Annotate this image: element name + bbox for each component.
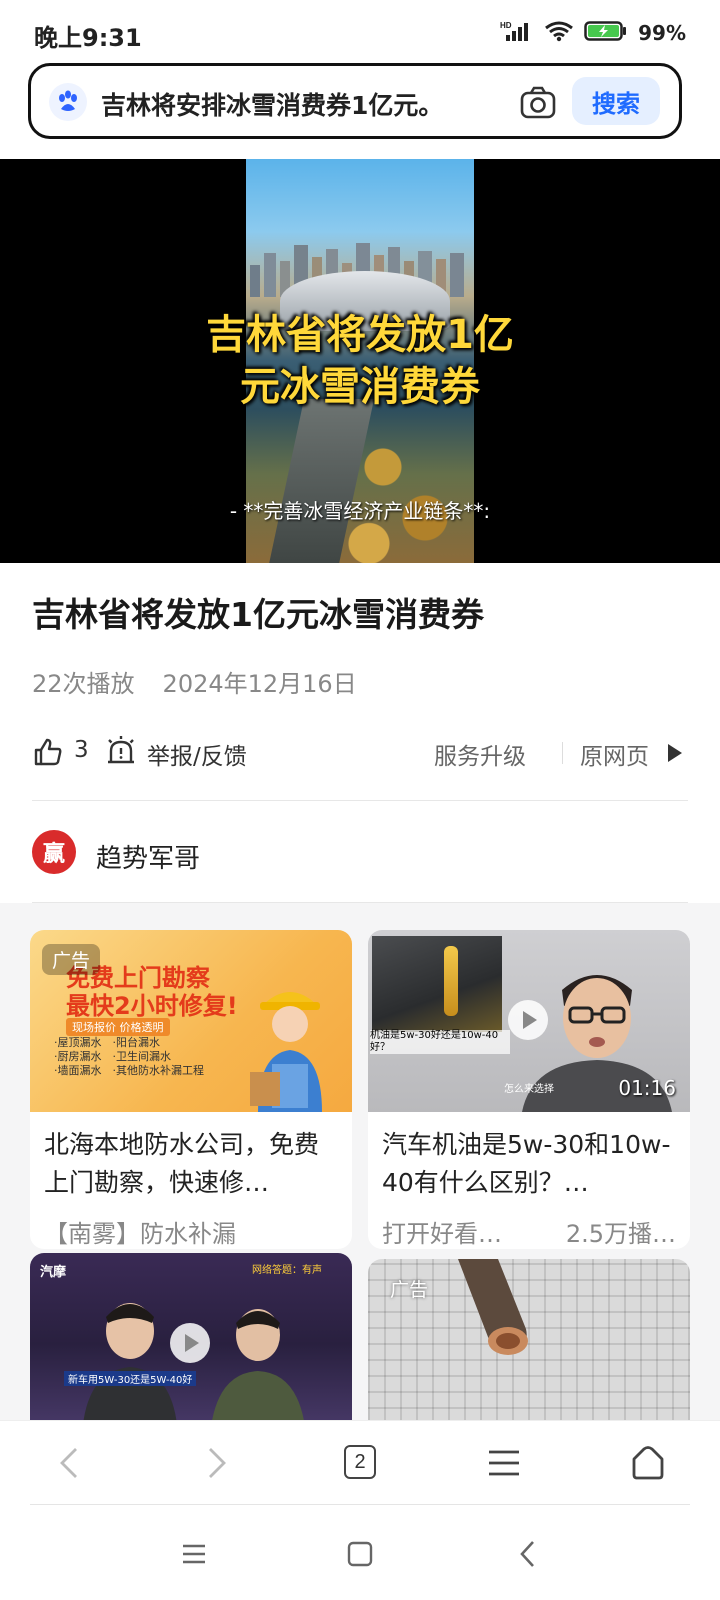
ad-label: 广告	[390, 1279, 429, 1301]
card-title[interactable]: 汽车机油是5w-30和10w-40有什么区别？…	[368, 1112, 690, 1208]
service-upgrade-link[interactable]: 服务升级	[434, 737, 526, 771]
card-source: 【南雾】防水补漏	[44, 1220, 236, 1248]
status-icons: HD 99%	[500, 20, 686, 46]
thumb-caption: 新车用5W-30还是5W-40好	[64, 1371, 197, 1386]
system-nav-bar	[0, 1504, 720, 1600]
back-icon[interactable]	[48, 1441, 92, 1485]
divider	[30, 1504, 690, 1505]
article-meta: 22次播放 2024年12月16日	[32, 664, 357, 699]
menu-icon[interactable]	[482, 1441, 526, 1485]
status-time: 晚上9:31	[34, 24, 142, 52]
tabs-button[interactable]: 2	[344, 1445, 376, 1479]
home-icon[interactable]	[626, 1441, 670, 1485]
battery-charging-icon	[584, 20, 628, 46]
ad-label: 广告	[42, 944, 101, 975]
thumb-caption: 机油是5w-30好还是10w-40好？	[370, 1030, 510, 1054]
system-home-icon[interactable]	[338, 1532, 382, 1576]
action-bar: 3 举报/反馈 服务升级 原网页	[32, 732, 688, 772]
article-title: 吉林省将发放1亿元冰雪消费券	[32, 595, 484, 634]
autumn-trees	[341, 399, 474, 563]
author-avatar[interactable]: 赢	[32, 830, 76, 874]
hd-label: HD	[500, 21, 512, 30]
play-count: 22次播放	[32, 670, 135, 698]
card-thumbnail[interactable]: 免费上门勘察 最快2小时修复! 现场报价 价格透明 ·屋顶漏水 ·阳台漏水 ·厨…	[30, 930, 352, 1112]
play-arrow-icon[interactable]	[668, 744, 682, 762]
card-thumbnail[interactable]: 机油是5w-30好还是10w-40好？ 怎么来选择 01:16	[368, 930, 690, 1112]
feed-card-ad-waterproof[interactable]: 免费上门勘察 最快2小时修复! 现场报价 价格透明 ·屋顶漏水 ·阳台漏水 ·厨…	[30, 930, 352, 1249]
original-page-link[interactable]: 原网页	[580, 737, 649, 771]
thumb-service-list: ·屋顶漏水 ·阳台漏水 ·厨房漏水 ·卫生间漏水 ·墙面漏水 ·其他防水补漏工程	[54, 1036, 204, 1077]
video-overlay-title: 吉林省将发放1亿 元冰雪消费券	[206, 312, 514, 410]
worker-illustration	[250, 992, 322, 1112]
video-player[interactable]: 吉林省将发放1亿 元冰雪消费券 - **完善冰雪经济产业链条**:	[0, 159, 720, 563]
feed-card-video-cars[interactable]: 汽摩 网络答题：有声 新车用5W-30还是5W-40好	[30, 1253, 352, 1420]
baidu-paw-icon	[49, 83, 87, 121]
battery-percent: 99%	[638, 21, 686, 45]
card-title[interactable]: 北海本地防水公司，免费上门勘察，快速修…	[30, 1112, 352, 1208]
report-feedback-link[interactable]: 举报/反馈	[147, 737, 247, 771]
thumb-subtitle: 怎么来选择	[504, 1084, 554, 1095]
signal-icon: HD	[500, 20, 534, 46]
recommendation-feed: 免费上门勘察 最快2小时修复! 现场报价 价格透明 ·屋顶漏水 ·阳台漏水 ·厨…	[0, 903, 720, 1420]
thumb-badge: 现场报价 价格透明	[66, 1018, 170, 1036]
feed-card-video-oil[interactable]: 机油是5w-30好还是10w-40好？ 怎么来选择 01:16 汽车机油是5w-…	[368, 930, 690, 1249]
card-meta: 打开好看… 2.5万播…	[368, 1208, 690, 1249]
status-bar: 晚上9:31 HD 99%	[0, 0, 720, 64]
play-button-icon[interactable]	[170, 1323, 210, 1363]
thumb-headline: 最快2小时修复!	[66, 992, 238, 1020]
oil-pour	[444, 946, 458, 1016]
video-duration: 01:16	[618, 1076, 676, 1100]
search-bar[interactable]: 吉林将安排冰雪消费券1亿元。 搜索	[28, 63, 682, 139]
camera-search-icon[interactable]	[518, 83, 558, 123]
author-name[interactable]: 趋势军哥	[96, 838, 200, 875]
recent-apps-icon[interactable]	[172, 1532, 216, 1576]
play-button-icon[interactable]	[508, 1000, 548, 1040]
like-icon[interactable]	[32, 736, 64, 772]
search-button[interactable]: 搜索	[572, 77, 660, 125]
browser-nav-bar: 2	[0, 1420, 720, 1504]
card-stat: 2.5万播…	[565, 1220, 676, 1248]
divider	[562, 742, 563, 764]
like-count[interactable]: 3	[74, 737, 89, 763]
report-alarm-icon[interactable]	[104, 735, 138, 773]
publish-date: 2024年12月16日	[162, 670, 357, 698]
wifi-icon	[544, 20, 574, 46]
feed-card-ad-wall[interactable]: 广告	[368, 1259, 690, 1420]
divider	[32, 800, 688, 801]
card-source: 打开好看…	[382, 1220, 502, 1248]
card-thumbnail[interactable]: 汽摩 网络答题：有声 新车用5W-30还是5W-40好	[30, 1253, 352, 1420]
system-back-icon[interactable]	[506, 1532, 550, 1576]
search-input[interactable]: 吉林将安排冰雪消费券1亿元。	[101, 86, 443, 122]
card-meta: 【南雾】防水补漏	[30, 1208, 352, 1249]
engine-inset	[372, 936, 502, 1032]
forward-icon[interactable]	[194, 1441, 238, 1485]
card-thumbnail[interactable]: 广告	[368, 1259, 690, 1420]
rusty-pipe-illustration	[458, 1259, 528, 1355]
video-subtitle: - **完善冰雪经济产业链条**:	[229, 499, 491, 523]
